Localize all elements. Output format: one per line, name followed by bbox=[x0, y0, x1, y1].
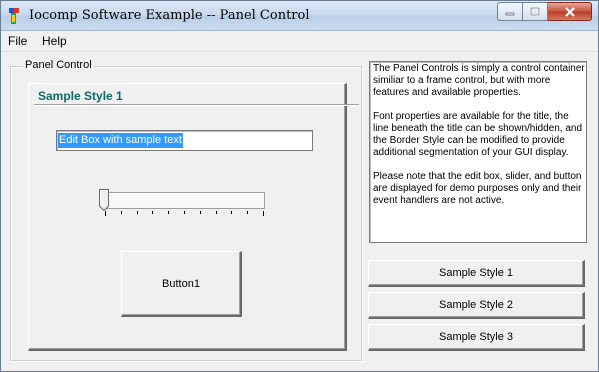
caption-buttons bbox=[497, 2, 592, 22]
panel-title: Sample Style 1 bbox=[38, 89, 123, 103]
client-area: Panel Control Sample Style 1 Edit Box wi… bbox=[1, 53, 598, 371]
minimize-icon bbox=[505, 12, 515, 15]
close-button[interactable] bbox=[548, 2, 592, 21]
slider-tick bbox=[105, 211, 106, 216]
window-title: Iocomp Software Example -- Panel Control bbox=[29, 8, 310, 23]
slider-tick bbox=[152, 211, 153, 214]
button1[interactable]: Button1 bbox=[121, 251, 242, 317]
info-paragraph-3: Please note that the edit box, slider, a… bbox=[373, 171, 582, 206]
info-text-box[interactable]: The Panel Controls is simply a control c… bbox=[369, 61, 587, 243]
sample-style-1-label: Sample Style 1 bbox=[439, 267, 513, 279]
app-icon bbox=[9, 8, 19, 24]
slider-ticks bbox=[103, 211, 265, 219]
title-bar[interactable]: Iocomp Software Example -- Panel Control bbox=[1, 1, 598, 31]
info-paragraph-1: The Panel Controls is simply a control c… bbox=[373, 63, 585, 98]
sample-style-2-button[interactable]: Sample Style 2 bbox=[368, 292, 585, 319]
slider-tick bbox=[168, 211, 169, 214]
slider-tick bbox=[231, 211, 232, 214]
sample-edit-box[interactable]: Edit Box with sample text bbox=[56, 130, 313, 151]
menu-help[interactable]: Help bbox=[42, 34, 67, 48]
slider-tick bbox=[216, 211, 217, 214]
panel-title-divider bbox=[34, 104, 359, 106]
sample-style-1-button[interactable]: Sample Style 1 bbox=[368, 260, 585, 287]
group-label: Panel Control bbox=[23, 59, 94, 71]
slider-thumb[interactable] bbox=[99, 189, 109, 211]
slider-tick bbox=[121, 211, 122, 214]
menu-file[interactable]: File bbox=[8, 34, 27, 48]
minimize-button[interactable] bbox=[497, 2, 523, 21]
sample-style-3-button[interactable]: Sample Style 3 bbox=[368, 324, 585, 351]
sample-style-3-label: Sample Style 3 bbox=[439, 331, 513, 343]
slider-tick bbox=[263, 211, 264, 216]
slider-tick bbox=[247, 211, 248, 214]
menu-bar: File Help bbox=[1, 31, 598, 52]
slider-tick bbox=[137, 211, 138, 214]
slider-tick bbox=[200, 211, 201, 214]
info-paragraph-2: Font properties are available for the ti… bbox=[373, 111, 583, 158]
info-text: The Panel Controls is simply a control c… bbox=[373, 63, 586, 219]
sample-style-2-label: Sample Style 2 bbox=[439, 299, 513, 311]
slider-track[interactable] bbox=[103, 192, 265, 209]
close-icon bbox=[564, 6, 575, 17]
button1-label: Button1 bbox=[162, 277, 200, 290]
edit-box-text: Edit Box with sample text bbox=[58, 133, 183, 148]
app-window: Iocomp Software Example -- Panel Control bbox=[0, 0, 599, 372]
maximize-icon bbox=[530, 7, 540, 16]
maximize-button[interactable] bbox=[523, 2, 548, 21]
slider-tick bbox=[184, 211, 185, 214]
